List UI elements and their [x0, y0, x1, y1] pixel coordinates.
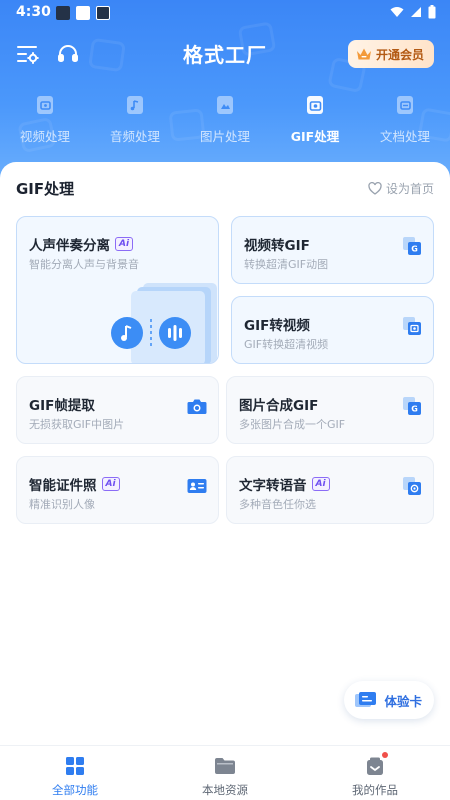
images-to-gif-icon: G [401, 395, 423, 417]
card-subtitle: 精准识别人像 [29, 498, 95, 511]
trial-card-icon [355, 692, 377, 707]
card-subtitle: GIF转换超清视频 [244, 338, 329, 351]
vip-button[interactable]: 开通会员 [347, 40, 434, 68]
nav-label: 全部功能 [52, 783, 98, 797]
top-bar: 格式工厂 开通会员 [0, 36, 450, 72]
nav-all-features[interactable]: 全部功能 [0, 746, 150, 800]
gif-to-video-icon [401, 315, 423, 337]
notification-icon [56, 6, 70, 20]
headset-icon[interactable] [54, 40, 82, 68]
tab-label: 视频处理 [19, 129, 70, 144]
crown-icon [356, 48, 371, 60]
video-to-gif-card[interactable]: 视频转GIF 转换超清GIF动图 G [231, 216, 434, 284]
gif-to-video-card[interactable]: GIF转视频 GIF转换超清视频 [231, 296, 434, 364]
notification-dot [382, 752, 388, 758]
folder-icon [213, 754, 237, 778]
svg-text:G: G [411, 405, 418, 414]
status-indicators [390, 5, 436, 19]
gif-frame-extract-card[interactable]: GIF帧提取 无损获取GIF中图片 [16, 376, 219, 444]
images-to-gif-card[interactable]: 图片合成GIF 多张图片合成一个GIF G [226, 376, 434, 444]
tab-label: GIF处理 [290, 129, 340, 144]
text-to-speech-icon [401, 475, 423, 497]
id-card-icon [186, 475, 208, 497]
card-title: 人声伴奏分离 [29, 238, 110, 254]
card-title: GIF转视频 [244, 318, 310, 334]
nav-label: 我的作品 [352, 783, 398, 797]
text-to-speech-card[interactable]: 文字转语音 Ai 多种音色任你选 [226, 456, 434, 524]
battery-icon [428, 5, 436, 19]
gif-process-icon [302, 92, 328, 118]
card-subtitle: 智能分离人声与背景音 [29, 258, 139, 271]
card-subtitle: 无损获取GIF中图片 [29, 418, 125, 431]
tab-image[interactable]: 图片处理 [180, 92, 270, 152]
grid-icon [63, 754, 87, 778]
voice-separation-card[interactable]: 人声伴奏分离 Ai 智能分离人声与背景音 [16, 216, 219, 364]
tab-audio[interactable]: 音频处理 [90, 92, 180, 152]
document-process-icon [392, 92, 418, 118]
card-title: 图片合成GIF [239, 398, 319, 414]
works-icon [363, 752, 388, 778]
ai-badge: Ai [115, 237, 134, 251]
tab-label: 图片处理 [199, 129, 250, 144]
bottom-navigation: 全部功能 本地资源 我的作品 [0, 745, 450, 800]
heart-icon [368, 182, 382, 195]
trial-card-label: 体验卡 [384, 693, 422, 709]
set-home-button[interactable]: 设为首页 [368, 180, 434, 197]
tab-video[interactable]: 视频处理 [0, 92, 90, 152]
card-title: 智能证件照 [29, 478, 97, 494]
nav-local-resources[interactable]: 本地资源 [150, 746, 300, 800]
card-title: 视频转GIF [244, 238, 310, 254]
svg-text:G: G [411, 245, 418, 254]
video-process-icon [32, 92, 58, 118]
tab-document[interactable]: 文档处理 [360, 92, 450, 152]
category-tabs: 视频处理 音频处理 图片处理 GIF处理 文档处理 [0, 92, 450, 152]
trial-card-button[interactable]: 体验卡 [344, 681, 434, 719]
id-photo-card[interactable]: 智能证件照 Ai 精准识别人像 [16, 456, 219, 524]
wifi-icon [390, 7, 404, 17]
voice-separation-illustration [111, 283, 217, 363]
main-content: GIF处理 设为首页 人声伴奏分离 Ai 智能分离人声与背景音 视频转GIF 转换… [0, 162, 450, 745]
card-subtitle: 转换超清GIF动图 [244, 258, 329, 271]
set-home-label: 设为首页 [385, 182, 434, 196]
tab-gif[interactable]: GIF处理 [270, 92, 360, 152]
signal-icon [411, 7, 421, 17]
vip-label: 开通会员 [375, 47, 424, 62]
status-time: 4:30 [16, 4, 51, 20]
ai-badge: Ai [311, 477, 330, 491]
settings-menu-icon[interactable] [14, 40, 42, 68]
card-title: 文字转语音 [239, 478, 307, 494]
section-title: GIF处理 [16, 180, 75, 198]
card-title: GIF帧提取 [29, 398, 95, 414]
card-subtitle: 多张图片合成一个GIF [239, 418, 346, 431]
nav-label: 本地资源 [202, 783, 248, 797]
tab-label: 文档处理 [379, 129, 430, 144]
tab-label: 音频处理 [109, 129, 160, 144]
notification-icon [96, 6, 110, 20]
status-bar: 4:30 [0, 0, 450, 26]
ai-badge: Ai [101, 477, 120, 491]
notification-icon [76, 6, 90, 20]
card-subtitle: 多种音色任你选 [239, 498, 316, 511]
nav-my-works[interactable]: 我的作品 [300, 746, 450, 800]
video-to-gif-icon: G [401, 235, 423, 257]
image-process-icon [212, 92, 238, 118]
audio-process-icon [122, 92, 148, 118]
camera-icon [186, 395, 208, 417]
